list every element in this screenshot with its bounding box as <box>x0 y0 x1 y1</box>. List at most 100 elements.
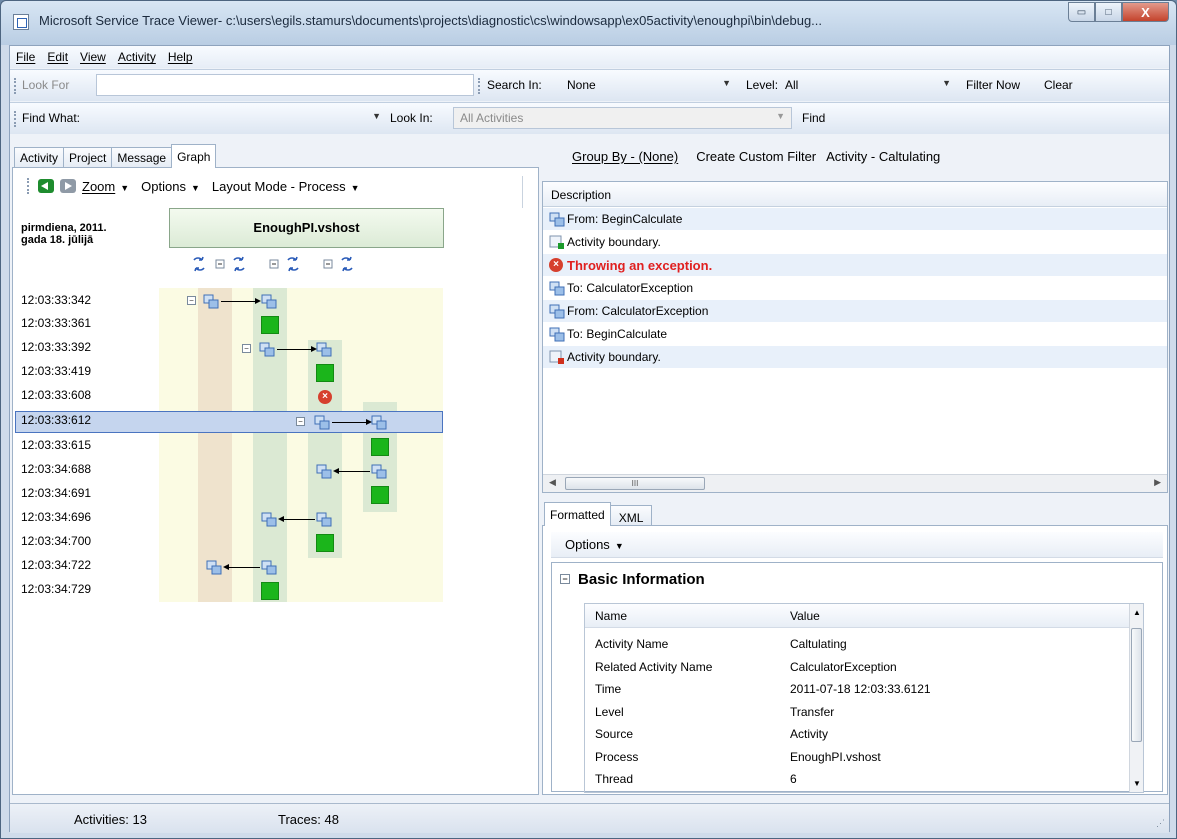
forward-icon[interactable] <box>60 179 76 193</box>
time-label[interactable]: 12:03:33:392 <box>21 340 91 354</box>
scroll-left-icon[interactable]: ◀ <box>549 477 556 488</box>
property-row[interactable]: Process EnoughPI.vshost <box>585 747 1133 769</box>
clear-button[interactable]: Clear <box>1044 78 1073 92</box>
transfer-icon[interactable] <box>206 560 222 575</box>
activity-box[interactable] <box>261 316 279 334</box>
tab-activity[interactable]: Activity <box>14 147 65 168</box>
scroll-thumb[interactable] <box>1131 628 1142 742</box>
menu-file[interactable]: File <box>16 50 35 64</box>
find-button[interactable]: Find <box>802 111 825 125</box>
tab-graph[interactable]: Graph <box>171 144 217 168</box>
toolbar-grip[interactable] <box>14 78 17 94</box>
collapse-icon[interactable]: − <box>296 417 305 426</box>
transfer-icon[interactable] <box>316 512 332 527</box>
back-icon[interactable] <box>38 179 54 193</box>
layout-mode-menu[interactable]: Layout Mode - Process ▼ <box>212 179 360 194</box>
options-menu[interactable]: Options ▼ <box>141 179 200 194</box>
trace-row[interactable]: From: CalculatorException <box>543 300 1167 322</box>
toolbar-grip[interactable] <box>27 178 30 194</box>
time-label[interactable]: 12:03:34:696 <box>21 510 91 524</box>
resize-grip[interactable]: ⋰ <box>1156 818 1165 829</box>
activity-box[interactable] <box>261 582 279 600</box>
scroll-thumb[interactable]: III <box>565 477 705 490</box>
time-label[interactable]: 12:03:33:615 <box>21 438 91 452</box>
zoom-menu[interactable]: Zoom ▼ <box>82 179 129 194</box>
level-select[interactable]: All ▼ <box>778 74 958 96</box>
tab-message[interactable]: Message <box>111 147 173 168</box>
transfer-icon[interactable] <box>316 342 332 357</box>
trace-row[interactable]: To: BeginCalculate <box>543 323 1167 345</box>
left-scrollbar[interactable] <box>522 176 532 208</box>
activity-box[interactable] <box>316 534 334 552</box>
maximize-button[interactable]: □ <box>1095 2 1122 22</box>
time-label[interactable]: 12:03:33:608 <box>21 388 91 402</box>
toolbar-grip[interactable] <box>14 111 17 127</box>
title-bar[interactable]: Microsoft Service Trace Viewer- c:\users… <box>1 1 1176 45</box>
filter-now-button[interactable]: Filter Now <box>966 78 1020 92</box>
trace-row[interactable]: × Throwing an exception. <box>543 254 1167 276</box>
vertical-scrollbar[interactable]: ▲ ▼ <box>1129 604 1143 792</box>
time-label[interactable]: 12:03:33:361 <box>21 316 91 330</box>
transfer-icon[interactable] <box>371 415 387 430</box>
look-in-select[interactable]: All Activities ▼ <box>453 107 792 129</box>
process-header[interactable]: EnoughPI.vshost <box>169 208 444 248</box>
collapse-icon[interactable]: − <box>560 574 570 584</box>
transfer-icon[interactable] <box>261 512 277 527</box>
time-label[interactable]: 12:03:34:700 <box>21 534 91 548</box>
look-for-input[interactable] <box>96 74 474 96</box>
scroll-up-icon[interactable]: ▲ <box>1133 608 1141 617</box>
error-icon[interactable]: × <box>318 390 332 404</box>
property-row[interactable]: Activity Name Caltulating <box>585 634 1133 656</box>
transfer-icon[interactable] <box>203 294 219 309</box>
scroll-right-icon[interactable]: ▶ <box>1154 477 1161 488</box>
property-row[interactable]: Related Activity Name CalculatorException <box>585 657 1133 679</box>
group-by-menu[interactable]: Group By - (None) <box>572 149 678 164</box>
trace-row[interactable]: To: CalculatorException <box>543 277 1167 299</box>
transfer-icon[interactable] <box>261 294 277 309</box>
close-button[interactable]: X <box>1122 2 1169 22</box>
menu-edit[interactable]: Edit <box>47 50 68 64</box>
search-in-select[interactable]: None ▼ <box>560 74 738 96</box>
tab-formatted[interactable]: Formatted <box>544 502 611 526</box>
time-label[interactable]: 12:03:33:612 <box>21 413 91 427</box>
menu-activity[interactable]: Activity <box>118 50 156 64</box>
transfer-icon[interactable] <box>259 342 275 357</box>
collapse-icon[interactable]: − <box>187 296 196 305</box>
transfer-icon[interactable] <box>371 464 387 479</box>
create-custom-filter-button[interactable]: Create Custom Filter <box>696 149 816 164</box>
trace-row[interactable]: Activity boundary. <box>543 231 1167 253</box>
menu-help[interactable]: Help <box>168 50 193 64</box>
time-label[interactable]: 12:03:33:342 <box>21 293 91 307</box>
activity-box[interactable] <box>371 486 389 504</box>
activity-box[interactable] <box>371 438 389 456</box>
property-row[interactable]: Source Activity <box>585 724 1133 746</box>
find-what-combo[interactable]: ▼ <box>118 107 388 129</box>
timeline-graph[interactable]: 12:03:33:342 12:03:33:361 12:03:33:392 1… <box>13 288 538 602</box>
time-label[interactable]: 12:03:34:691 <box>21 486 91 500</box>
horizontal-scrollbar[interactable]: ◀ III ▶ <box>543 474 1167 492</box>
scroll-down-icon[interactable]: ▼ <box>1133 779 1141 788</box>
property-row[interactable]: Thread 6 <box>585 769 1133 791</box>
transfer-icon[interactable] <box>261 560 277 575</box>
minimize-button[interactable]: ▭ <box>1068 2 1095 22</box>
tab-xml[interactable]: XML <box>609 505 653 526</box>
property-row[interactable]: Level Transfer <box>585 702 1133 724</box>
time-label[interactable]: 12:03:34:729 <box>21 582 91 596</box>
toolbar-grip[interactable] <box>478 78 481 94</box>
collapse-icon[interactable]: − <box>242 344 251 353</box>
transfer-icon[interactable] <box>314 415 330 430</box>
time-label[interactable]: 12:03:34:722 <box>21 558 91 572</box>
column-header-name[interactable]: Name <box>595 609 627 623</box>
trace-row[interactable]: From: BeginCalculate <box>543 208 1167 230</box>
trace-row[interactable]: Activity boundary. <box>543 346 1167 368</box>
menu-view[interactable]: View <box>80 50 106 64</box>
column-header-description[interactable]: Description <box>543 182 1167 207</box>
transfer-icon[interactable] <box>316 464 332 479</box>
property-row[interactable]: Time 2011-07-18 12:03:33.6121 <box>585 679 1133 701</box>
column-header-value[interactable]: Value <box>790 609 820 623</box>
options-menu[interactable]: Options ▼ <box>565 537 624 552</box>
time-label[interactable]: 12:03:33:419 <box>21 364 91 378</box>
tab-project[interactable]: Project <box>63 147 113 168</box>
time-label[interactable]: 12:03:34:688 <box>21 462 91 476</box>
activity-box[interactable] <box>316 364 334 382</box>
